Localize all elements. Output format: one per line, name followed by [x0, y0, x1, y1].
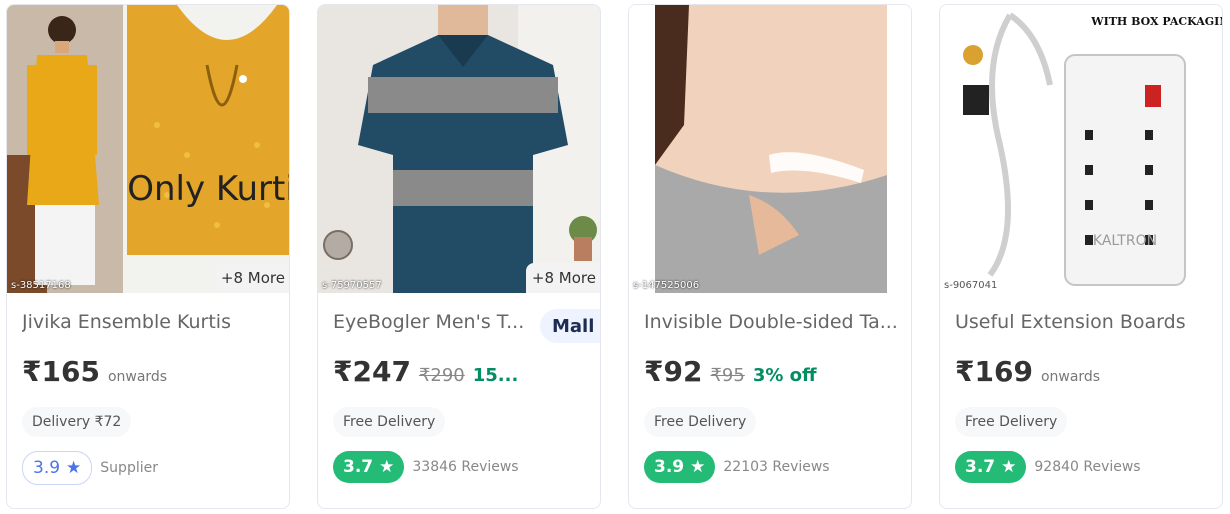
rating-badge: 3.7 ★: [333, 451, 405, 483]
product-title[interactable]: Invisible Double-sided Ta...: [644, 311, 900, 333]
rating-row: 3.9 ★ Supplier: [22, 451, 158, 485]
star-icon: ★: [66, 458, 82, 478]
star-icon: ★: [690, 457, 706, 477]
price-row: ₹247 ₹290 15...: [333, 355, 518, 388]
star-icon: ★: [1001, 457, 1017, 477]
product-image[interactable]: WITH BOX PACKAGING KALTRON s-9067041: [940, 5, 1223, 293]
rating-row: 3.7 ★ 92840 Reviews: [955, 451, 1141, 483]
product-image[interactable]: Only Kurti s-38517168 +8 More: [7, 5, 290, 293]
product-grid: Only Kurti s-38517168 +8 More Jivika Ens…: [0, 0, 1230, 514]
delivery-badge: Free Delivery: [333, 407, 446, 437]
image-caption: WITH BOX PACKAGING: [1090, 15, 1223, 28]
rating-badge: 3.9 ★: [644, 451, 716, 483]
product-card[interactable]: s-75970557 +8 More EyeBogler Men's T... …: [317, 4, 601, 509]
product-card[interactable]: WITH BOX PACKAGING KALTRON s-9067041: [939, 4, 1223, 509]
product-image[interactable]: s-147525006: [629, 5, 911, 293]
delivery-badge: Free Delivery: [644, 407, 757, 437]
review-count: 92840 Reviews: [1034, 459, 1141, 475]
product-sku: s-147525006: [633, 280, 700, 291]
mall-badge: Mall: [540, 309, 600, 343]
brand-watermark: KALTRON: [1093, 233, 1157, 249]
product-price: ₹247: [333, 355, 411, 388]
product-image[interactable]: s-75970557 +8 More: [318, 5, 600, 293]
rating-value: 3.9: [33, 458, 61, 478]
product-title[interactable]: Jivika Ensemble Kurtis: [22, 311, 282, 333]
more-variants-badge[interactable]: +8 More: [525, 263, 600, 293]
original-price: ₹95: [710, 365, 745, 386]
product-sku: s-38517168: [11, 280, 71, 291]
rating-value: 3.9: [654, 457, 685, 477]
rating-row: 3.9 ★ 22103 Reviews: [644, 451, 830, 483]
delivery-badge: Free Delivery: [955, 407, 1068, 437]
more-variants-badge[interactable]: +8 More: [214, 263, 289, 293]
product-card[interactable]: s-147525006 Invisible Double-sided Ta...…: [628, 4, 912, 509]
price-suffix: onwards: [107, 369, 168, 385]
rating-value: 3.7: [965, 457, 996, 477]
image-caption: Only Kurti: [127, 169, 290, 209]
price-suffix: onwards: [1040, 369, 1101, 385]
discount: 3% off: [752, 365, 817, 386]
rating-value: 3.7: [343, 457, 374, 477]
product-price: ₹92: [644, 355, 703, 388]
rating-row: 3.7 ★ 33846 Reviews: [333, 451, 519, 483]
price-row: ₹169 onwards: [955, 355, 1100, 388]
delivery-badge: Delivery ₹72: [22, 407, 132, 437]
product-price: ₹169: [955, 355, 1033, 388]
product-sku: s-75970557: [322, 280, 382, 291]
review-count: 33846 Reviews: [412, 459, 519, 475]
rating-badge: 3.9 ★: [22, 451, 93, 485]
review-count: Supplier: [100, 460, 158, 476]
original-price: ₹290: [418, 365, 465, 386]
product-title[interactable]: Useful Extension Boards: [955, 311, 1215, 333]
price-row: ₹165 onwards: [22, 355, 167, 388]
rating-badge: 3.7 ★: [955, 451, 1027, 483]
product-title[interactable]: EyeBogler Men's T...: [333, 311, 563, 333]
product-price: ₹165: [22, 355, 100, 388]
price-row: ₹92 ₹95 3% off: [644, 355, 817, 388]
star-icon: ★: [379, 457, 395, 477]
discount: 15...: [472, 365, 519, 386]
review-count: 22103 Reviews: [723, 459, 830, 475]
product-sku: s-9067041: [944, 280, 998, 291]
product-card[interactable]: Only Kurti s-38517168 +8 More Jivika Ens…: [6, 4, 290, 509]
